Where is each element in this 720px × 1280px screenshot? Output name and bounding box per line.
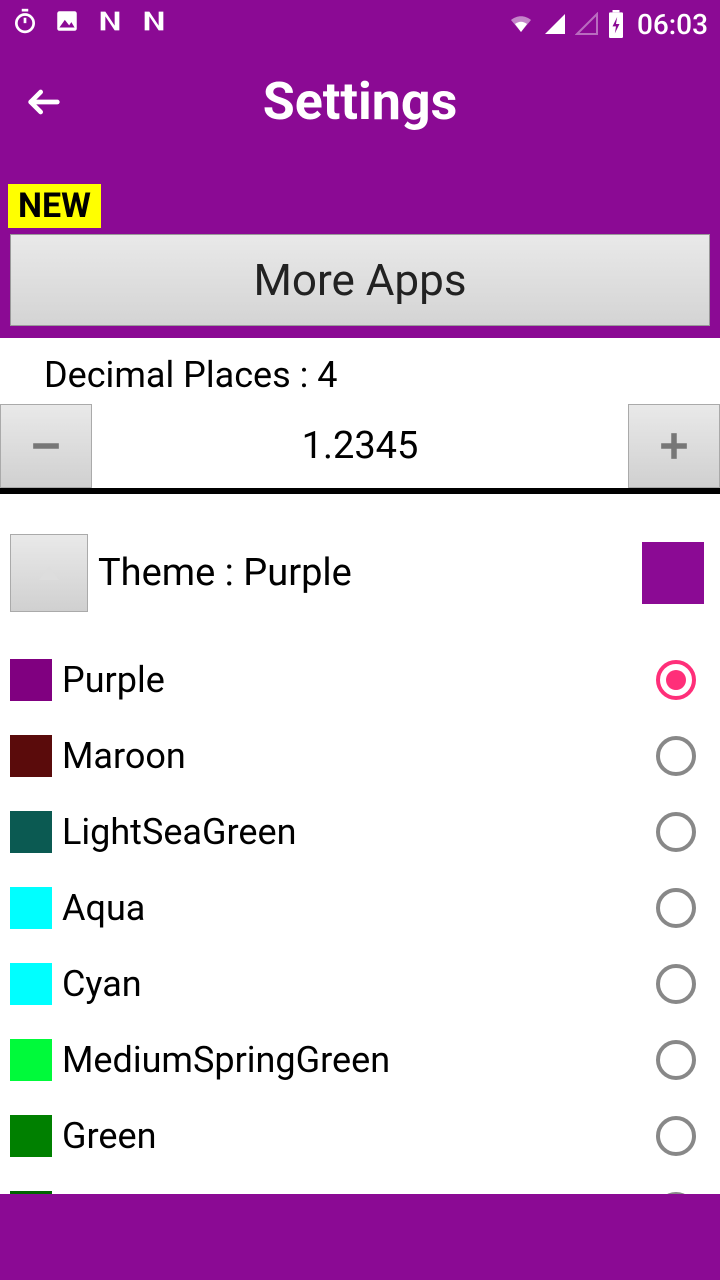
theme-option-label: Cyan	[62, 963, 656, 1005]
color-swatch-icon	[10, 1039, 52, 1081]
color-swatch-icon	[10, 887, 52, 929]
decimal-example-value: 1.2345	[92, 424, 628, 468]
stopwatch-icon	[12, 8, 38, 41]
signal-icon-2	[575, 12, 599, 36]
theme-option-label: Purple	[62, 659, 656, 701]
theme-option-radio[interactable]	[656, 812, 696, 852]
theme-option[interactable]: LightSeaGreen	[10, 794, 710, 870]
status-time: 06:03	[637, 8, 708, 41]
theme-current-swatch	[642, 542, 704, 604]
theme-option[interactable]: Cyan	[10, 946, 710, 1022]
color-swatch-icon	[10, 811, 52, 853]
theme-option[interactable]: Aqua	[10, 870, 710, 946]
new-badge: NEW	[8, 184, 101, 228]
theme-option-label: Aqua	[62, 887, 656, 929]
theme-option-radio[interactable]	[656, 888, 696, 928]
theme-header: Theme : Purple	[10, 534, 710, 612]
theme-option[interactable]: Green	[10, 1098, 710, 1174]
theme-option[interactable]: MediumSpringGreen	[10, 1022, 710, 1098]
n-icon	[96, 7, 124, 42]
picture-icon	[54, 8, 80, 41]
theme-option-radio[interactable]	[656, 1040, 696, 1080]
decimal-minus-button[interactable]	[0, 404, 92, 488]
battery-charging-icon	[607, 10, 625, 38]
promo-area: NEW More Apps	[0, 154, 720, 338]
theme-option-label: LightSeaGreen	[62, 811, 656, 853]
n-icon-2	[140, 7, 168, 42]
theme-option-label: MediumSpringGreen	[62, 1039, 656, 1081]
theme-option-radio[interactable]	[656, 736, 696, 776]
color-swatch-icon	[10, 735, 52, 777]
status-bar: 06:03	[0, 0, 720, 48]
wifi-icon	[507, 12, 535, 36]
theme-option-label: Green	[62, 1115, 656, 1157]
theme-option-radio[interactable]	[656, 964, 696, 1004]
theme-option-label: Maroon	[62, 735, 656, 777]
status-left-icons	[12, 7, 168, 42]
app-bar: Settings	[0, 48, 720, 154]
page-title: Settings	[263, 71, 458, 132]
color-swatch-icon	[10, 1115, 52, 1157]
color-swatch-icon	[10, 963, 52, 1005]
decimal-places-label: Decimal Places : 4	[0, 354, 720, 396]
back-button[interactable]	[20, 78, 68, 126]
theme-collapse-button[interactable]	[10, 534, 88, 612]
theme-options-list[interactable]: Purple Maroon LightSeaGreen Aqua Cyan MediumS…	[10, 642, 710, 1250]
theme-option-radio[interactable]	[656, 660, 696, 700]
theme-label: Theme : Purple	[98, 551, 632, 595]
bottom-bar	[0, 1194, 720, 1280]
more-apps-button[interactable]: More Apps	[10, 234, 710, 326]
signal-icon	[543, 12, 567, 36]
decimal-plus-button[interactable]	[628, 404, 720, 488]
theme-option-radio[interactable]	[656, 1116, 696, 1156]
theme-option[interactable]: Purple	[10, 642, 710, 718]
color-swatch-icon	[10, 659, 52, 701]
decimal-places-section: Decimal Places : 4 1.2345	[0, 338, 720, 488]
theme-section: Theme : Purple Purple Maroon LightSeaGreen…	[0, 494, 720, 1260]
theme-option[interactable]: Maroon	[10, 718, 710, 794]
status-right-icons: 06:03	[507, 8, 708, 41]
